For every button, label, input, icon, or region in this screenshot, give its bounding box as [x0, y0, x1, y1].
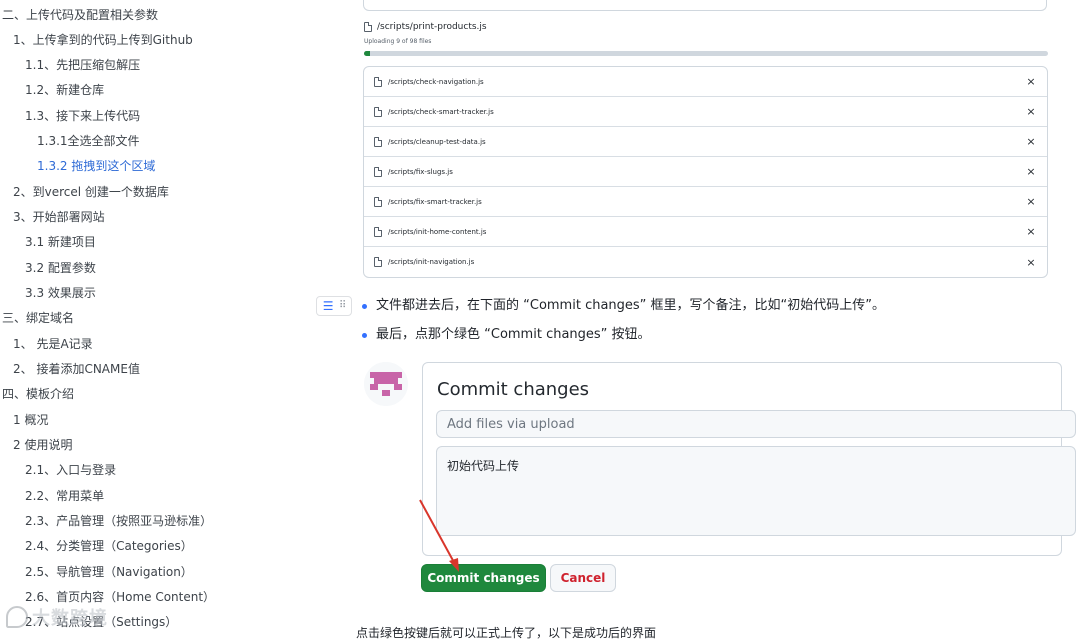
file-name: /scripts/check-smart-tracker.js [388, 107, 494, 116]
upload-status: Uploading 9 of 98 files [364, 38, 432, 45]
current-upload-file: /scripts/print-products.js [364, 22, 487, 32]
current-file-name: /scripts/print-products.js [377, 22, 487, 32]
toc-item[interactable]: 二、上传代码及配置相关参数 [2, 7, 158, 23]
commit-description-textarea[interactable]: 初始代码上传 [436, 446, 1076, 536]
file-row: /scripts/check-smart-tracker.js × [364, 97, 1047, 127]
commit-changes-box: Commit changes 初始代码上传 [422, 362, 1076, 556]
github-upload-panel: /scripts/print-products.js Uploading 9 o… [362, 0, 1048, 282]
toc-item[interactable]: 2.2、常用菜单 [25, 488, 104, 504]
toc-item[interactable]: 1、 先是A记录 [13, 336, 93, 352]
watermark-logo-icon [6, 606, 28, 628]
file-row: /scripts/fix-smart-tracker.js × [364, 187, 1047, 217]
close-icon[interactable]: × [1025, 135, 1037, 148]
toc-item[interactable]: 2 使用说明 [13, 437, 72, 453]
upload-progress-bar [364, 51, 1048, 56]
toc-item[interactable]: 2.1、入口与登录 [25, 462, 116, 478]
close-icon[interactable]: × [1025, 256, 1037, 269]
toc-item[interactable]: 2.5、导航管理（Navigation） [25, 564, 193, 580]
file-name: /scripts/cleanup-test-data.js [388, 137, 486, 146]
avatar-identicon [364, 362, 408, 406]
toc-item[interactable]: 四、模板介绍 [2, 386, 74, 402]
file-icon [374, 226, 382, 237]
file-name: /scripts/init-navigation.js [388, 258, 475, 266]
close-icon[interactable]: × [1025, 75, 1037, 88]
toc-item[interactable]: 3、开始部署网站 [13, 209, 105, 225]
file-name: /scripts/fix-slugs.js [388, 167, 453, 176]
toc-item[interactable]: 1、上传拿到的代码上传到Github [13, 32, 193, 48]
toc-item[interactable]: 1 概况 [13, 412, 48, 428]
bullet-item: 文件都进去后，在下面的 “Commit changes” 框里，写个备注，比如“… [362, 297, 885, 315]
toc-item-active[interactable]: 1.3.2 拖拽到这个区域 [37, 158, 155, 174]
bullet-dot-icon [362, 332, 367, 338]
bullet-text: 文件都进去后，在下面的 “Commit changes” 框里，写个备注，比如“… [376, 298, 886, 313]
file-row: /scripts/init-navigation.js × [364, 247, 1047, 277]
toc-item[interactable]: 1.2、新建仓库 [25, 82, 104, 98]
toc-item[interactable]: 2、 接着添加CNAME值 [13, 361, 140, 377]
commit-summary-input[interactable] [436, 410, 1076, 438]
toc-item[interactable]: 2.6、首页内容（Home Content） [25, 589, 215, 605]
uploaded-file-list: /scripts/check-navigation.js × /scripts/… [363, 66, 1048, 278]
previous-panel-edge [363, 0, 1047, 11]
drag-handle-icon[interactable]: ⠿ [339, 301, 346, 311]
close-icon[interactable]: × [1025, 165, 1037, 178]
toc-item[interactable]: 3.3 效果展示 [25, 285, 96, 301]
block-handle[interactable]: ☰ ⠿ [316, 296, 352, 316]
upload-progress-fill [364, 51, 371, 56]
file-icon [364, 22, 372, 32]
file-icon [374, 136, 382, 147]
toc-item[interactable]: 2.3、产品管理（按照亚马逊标准） [25, 513, 212, 529]
file-icon [374, 166, 382, 177]
file-name: /scripts/fix-smart-tracker.js [388, 197, 482, 206]
file-row: /scripts/fix-slugs.js × [364, 157, 1047, 187]
list-icon[interactable]: ☰ [323, 300, 334, 312]
file-name: /scripts/init-home-content.js [388, 227, 487, 236]
close-icon[interactable]: × [1025, 105, 1037, 118]
watermark: 大数跨境 [6, 604, 108, 630]
outline-sidebar: 二、上传代码及配置相关参数 1、上传拿到的代码上传到Github 1.1、先把压… [0, 0, 300, 640]
watermark-text: 大数跨境 [32, 608, 108, 629]
commit-title: Commit changes [437, 379, 590, 400]
file-icon [374, 257, 382, 267]
bullet-text: 最后，点那个绿色 “Commit changes” 按钮。 [376, 327, 651, 342]
file-row: /scripts/check-navigation.js × [364, 67, 1047, 97]
toc-item[interactable]: 3.1 新建项目 [25, 234, 96, 250]
cancel-button[interactable]: Cancel [550, 564, 616, 592]
toc-item[interactable]: 1.3、接下来上传代码 [25, 108, 140, 124]
toc-item[interactable]: 2、到vercel 创建一个数据库 [13, 184, 169, 200]
closing-paragraph: 点击绿色按键后就可以正式上传了，以下是成功后的界面 [356, 626, 657, 640]
close-icon[interactable]: × [1025, 195, 1037, 208]
commit-changes-button[interactable]: Commit changes [421, 564, 546, 592]
file-row: /scripts/cleanup-test-data.js × [364, 127, 1047, 157]
avatar [364, 362, 408, 406]
file-icon [374, 106, 382, 117]
toc-item[interactable]: 2.4、分类管理（Categories） [25, 538, 193, 554]
toc-item[interactable]: 1.1、先把压缩包解压 [25, 57, 140, 73]
file-row: /scripts/init-home-content.js × [364, 217, 1047, 247]
close-icon[interactable]: × [1025, 225, 1037, 238]
bullet-item: 最后，点那个绿色 “Commit changes” 按钮。 [362, 326, 651, 344]
toc-item[interactable]: 3.2 配置参数 [25, 260, 96, 276]
toc-item[interactable]: 1.3.1全选全部文件 [37, 133, 140, 149]
file-name: /scripts/check-navigation.js [388, 77, 484, 86]
bullet-dot-icon [362, 303, 367, 309]
file-icon [374, 196, 382, 207]
file-icon [374, 76, 382, 87]
toc-item[interactable]: 三、绑定域名 [2, 310, 74, 326]
